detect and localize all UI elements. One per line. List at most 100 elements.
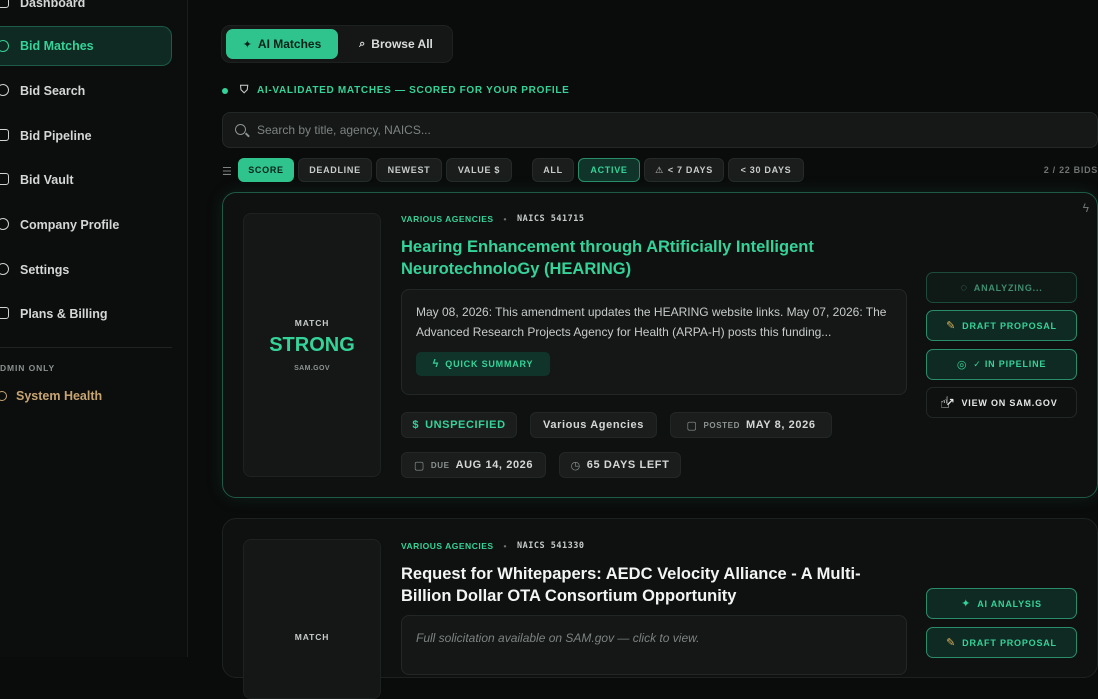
sidebar-item-settings[interactable]: Settings [0,250,172,290]
match-score-panel: MATCH [243,539,381,699]
sidebar-item-bid-vault[interactable]: Bid Vault [0,160,172,200]
pencil-icon: ✎ [946,637,957,649]
button-label: DRAFT PROPOSAL [962,637,1057,648]
status-dot-icon [222,87,228,94]
tab-browse-all[interactable]: ⌕ Browse All [342,29,450,59]
posted-date-tag: ▢ POSTED MAY 8, 2026 [670,412,832,438]
naics-code: NAICS 541330 [517,541,585,551]
sidebar-item-label: Bid Pipeline [20,129,92,143]
target-icon [0,40,9,52]
agency-label: VARIOUS AGENCIES [401,541,494,551]
in-pipeline-button[interactable]: ◎ ✓ IN PIPELINE [926,349,1077,380]
bid-count: 2 / 22 BIDS [1043,165,1098,175]
draft-proposal-button[interactable]: ✎ DRAFT PROPOSAL [926,627,1077,658]
sidebar-item-label: Bid Vault [20,173,74,187]
sidebar-item-system-health[interactable]: System Health [0,389,102,403]
ai-analysis-button[interactable]: ✦ AI ANALYSIS [926,588,1077,619]
sidebar-item-plans-billing[interactable]: Plans & Billing [0,294,172,334]
hand-cursor-icon: ☝ [940,395,950,412]
sidebar-item-label: Company Profile [20,218,120,232]
sidebar-item-bid-matches[interactable]: Bid Matches [0,26,172,66]
tag-value: AUG 14, 2026 [455,459,534,471]
tab-label: Browse All [371,37,433,51]
gear-icon [0,263,9,275]
tag-value: 65 DAYS LEFT [586,459,670,471]
search-icon [235,124,246,135]
sidebar-item-label: Plans & Billing [20,307,108,321]
draft-proposal-button[interactable]: ✎ DRAFT PROPOSAL [926,310,1077,341]
sidebar-item-label: Bid Matches [20,39,94,53]
analyzing-button[interactable]: ◌ ANALYZING... [926,272,1077,303]
days-left-tag: ◷ 65 DAYS LEFT [559,452,681,478]
due-date-tag: ▢ DUE AUG 14, 2026 [401,452,546,478]
button-label: AI ANALYSIS [977,598,1042,609]
sidebar-divider [0,347,172,348]
filter-30-days[interactable]: < 30 DAYS [728,158,804,182]
bolt-icon: ϟ [432,358,440,370]
filter-bar: ☰ SCORE DEADLINE NEWEST VALUE $ ALL ACTI… [222,158,1098,184]
calendar-icon: ▢ [686,419,698,432]
button-label: ✓ IN PIPELINE [973,359,1047,369]
sidebar-item-bid-search[interactable]: Bid Search [0,71,172,111]
filter-active[interactable]: ACTIVE [578,158,640,182]
button-label: ANALYZING... [973,282,1043,293]
bid-title[interactable]: Request for Whitepapers: AEDC Velocity A… [401,563,901,607]
tab-ai-matches[interactable]: ✦ AI Matches [226,29,338,59]
vault-icon [0,173,9,185]
sort-value[interactable]: VALUE $ [446,158,512,182]
admin-section-label: DMIN ONLY [0,363,56,373]
dashboard-icon [0,0,9,8]
bid-description: May 08, 2026: This amendment updates the… [416,305,887,339]
button-label: VIEW ON SAM.GOV [961,397,1058,408]
filter-7-days[interactable]: ⚠ < 7 DAYS [644,158,724,182]
bid-title[interactable]: Hearing Enhancement through ARtificially… [401,236,871,280]
user-icon [0,218,9,230]
match-label: MATCH [294,632,330,642]
sparkle-icon: ✦ [242,38,252,51]
sidebar-item-label: Dashboard [20,0,86,10]
value-tag: $ UNSPECIFIED [401,412,517,438]
tag-label: UNSPECIFIED [425,419,506,431]
section-heading: ⛉ AI-VALIDATED MATCHES — SCORED FOR YOUR… [222,84,570,97]
clock-icon: ◷ [570,459,581,472]
sidebar-item-company-profile[interactable]: Company Profile [0,205,172,245]
sort-deadline[interactable]: DEADLINE [298,158,372,182]
description-box: May 08, 2026: This amendment updates the… [401,289,907,395]
billing-icon [0,307,9,319]
sidebar-item-dashboard[interactable]: Dashboard [0,0,172,23]
sidebar-item-bid-pipeline[interactable]: Bid Pipeline [0,116,172,156]
pencil-icon: ✎ [946,320,957,332]
search-bar[interactable]: Search by title, agency, NAICS... [222,112,1098,148]
shield-icon: ⛉ [240,84,249,96]
bid-card[interactable]: MATCH VARIOUS AGENCIES • NAICS 541330 Re… [222,518,1098,699]
bid-description: Full solicitation available on SAM.gov —… [416,631,700,645]
match-label: MATCH [294,318,330,328]
match-value: STRONG [269,334,355,356]
quick-summary-button[interactable]: ϟ QUICK SUMMARY [416,352,550,376]
tag-value: MAY 8, 2026 [745,419,816,431]
search-icon: ⌕ [359,37,366,50]
agency-tag: Various Agencies [530,412,657,438]
check-circle-icon: ◎ [956,359,968,371]
sidebar-item-label: Settings [20,263,70,277]
sort-score[interactable]: SCORE [238,158,294,182]
bolt-icon: ϟ [1082,201,1089,215]
sort-newest[interactable]: NEWEST [376,158,442,182]
bid-card[interactable]: ϟ MATCH STRONG SAM.GOV VARIOUS AGENCIES … [222,192,1098,498]
spinner-icon: ◌ [960,281,968,294]
sidebar: Dashboard Bid Matches Bid Search Bid Pip… [0,0,188,657]
filter-all[interactable]: ALL [532,158,574,182]
view-toggle: ✦ AI Matches ⌕ Browse All [221,25,453,63]
naics-code: NAICS 541715 [517,214,585,224]
meta-separator: • [503,214,508,224]
tag-label: POSTED [703,420,740,430]
button-label: QUICK SUMMARY [445,359,534,369]
match-source: SAM.GOV [294,365,330,372]
agency-label: VARIOUS AGENCIES [401,214,494,224]
search-icon [0,84,9,96]
pipeline-icon [0,129,9,141]
tag-label: DUE [430,460,450,470]
sparkle-icon: ✦ [961,598,972,610]
calendar-icon: ▢ [413,459,425,472]
search-input[interactable]: Search by title, agency, NAICS... [257,123,431,137]
